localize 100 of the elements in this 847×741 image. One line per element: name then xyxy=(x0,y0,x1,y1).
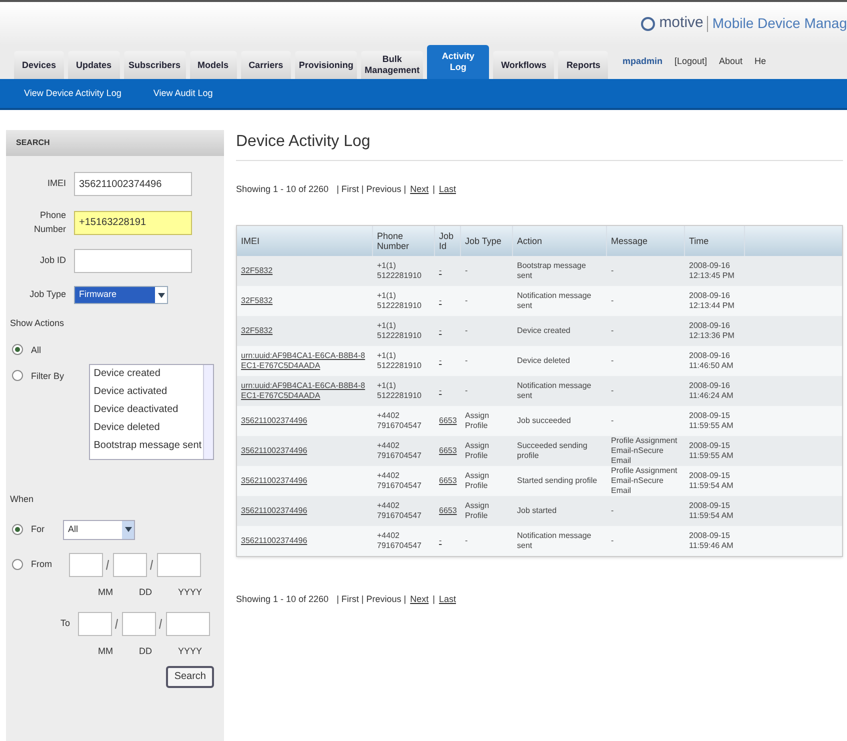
nav-tab[interactable]: Models xyxy=(190,51,237,79)
subnav-link[interactable]: View Device Activity Log xyxy=(24,86,122,100)
job-id-link[interactable]: - xyxy=(435,386,461,396)
nav-tab[interactable]: Bulk Management xyxy=(361,51,424,79)
caret-icon xyxy=(155,292,167,298)
date-field[interactable] xyxy=(122,612,156,636)
imei-link[interactable]: 356211002374496 xyxy=(237,446,373,456)
table-cell-text: Assign Profile xyxy=(464,500,490,520)
table-cell-text: 2008-09-15 11:59:54 AM xyxy=(688,470,734,490)
imei-link[interactable]: 356211002374496 xyxy=(237,416,373,426)
imei-link[interactable]: 356211002374496 xyxy=(237,536,373,546)
last-link[interactable]: Last xyxy=(438,592,456,606)
slash-icon xyxy=(114,618,120,630)
radio-label: From xyxy=(31,558,53,571)
field-label: IMEI xyxy=(46,177,67,190)
search-button[interactable]: Search xyxy=(166,666,214,688)
radio-button[interactable] xyxy=(12,524,23,535)
job-id-link[interactable]: - xyxy=(435,356,461,366)
table-cell-text: Profile Assignment Email-nSecure Email xyxy=(610,466,678,496)
list-option[interactable]: Device created xyxy=(94,365,203,383)
pagination-text: | First | Previous | xyxy=(336,592,406,606)
nav-tab[interactable]: Updates xyxy=(68,51,120,79)
date-hint: YYYY xyxy=(178,645,202,658)
text-field[interactable]: +15163228191 xyxy=(74,210,192,234)
scrollbar[interactable] xyxy=(203,365,213,459)
field-label: Job Type xyxy=(28,288,67,302)
radio-button[interactable] xyxy=(12,370,23,381)
field-label: Phone Number xyxy=(32,209,67,236)
imei-link[interactable]: 356211002374496 xyxy=(237,506,373,516)
actions-listbox[interactable]: Device created Device activated Device deactivated Device deleted Bootstrap message sent xyxy=(88,364,214,460)
date-hint: YYYY xyxy=(178,586,202,598)
radio-button[interactable] xyxy=(12,559,23,570)
nav-tab[interactable]: Reports xyxy=(558,51,608,79)
last-link[interactable]: Last xyxy=(438,183,456,196)
radio-label: All xyxy=(31,344,42,356)
list-option[interactable]: Device deactivated xyxy=(94,401,203,419)
results-count: Showing 1 - 10 of 2260 xyxy=(236,592,329,606)
table-cell-text: - xyxy=(464,356,469,366)
imei-link[interactable]: 32F5832 xyxy=(237,326,373,336)
date-field[interactable] xyxy=(78,612,112,636)
imei-link[interactable]: 32F5832 xyxy=(237,266,373,276)
list-option[interactable]: Device activated xyxy=(94,383,203,401)
nav-tab[interactable]: Subscribers xyxy=(124,51,186,79)
table-cell-text: - xyxy=(610,356,615,366)
nav-tab[interactable]: Activity Log xyxy=(427,45,490,79)
page-title: Device Activity Log xyxy=(236,130,843,161)
table-cell-text: 2008-09-16 11:46:50 AM xyxy=(688,350,734,370)
section-label: Show Actions xyxy=(9,317,66,330)
product-title: Mobile Device Manag xyxy=(712,14,847,33)
imei-link[interactable]: urn:uuid:AF9B4CA1-E6CA-B8B4-8EC1-E767C5D4AADA xyxy=(237,350,373,370)
next-link[interactable]: Next xyxy=(410,183,429,196)
nav-tab[interactable]: Carriers xyxy=(240,51,292,79)
table-cell-text: - xyxy=(464,266,469,276)
date-field[interactable] xyxy=(157,552,201,576)
separator-text: | xyxy=(432,592,435,606)
job-id-link[interactable]: - xyxy=(435,326,461,336)
table-cell-text: +1(1) 5122281910 xyxy=(376,260,422,280)
job-id-link[interactable]: - xyxy=(435,296,461,306)
list-option[interactable]: Bootstrap message sent xyxy=(94,437,203,455)
job-id-link[interactable]: - xyxy=(435,536,461,546)
job-id-link[interactable]: 6653 xyxy=(435,476,461,486)
date-field[interactable] xyxy=(69,552,103,576)
table-cell-text: +4402 7916704547 xyxy=(376,440,422,460)
slash-icon xyxy=(150,559,154,570)
nav-tab[interactable]: Devices xyxy=(14,51,64,79)
table-cell-text: - xyxy=(610,506,615,516)
nav-tab[interactable]: Provisioning xyxy=(295,51,358,79)
table-cell-text: Started sending profile xyxy=(516,476,598,486)
imei-link[interactable]: 32F5832 xyxy=(237,296,373,306)
header-link[interactable]: About xyxy=(719,55,743,68)
table-cell-text: Notification message sent xyxy=(516,530,592,550)
table-cell-text: +1(1) 5122281910 xyxy=(376,350,422,370)
next-link[interactable]: Next xyxy=(410,592,429,606)
job-id-link[interactable]: 6653 xyxy=(435,446,461,456)
imei-link[interactable]: urn:uuid:AF9B4CA1-E6CA-B8B4-8EC1-E767C5D4AADA xyxy=(237,380,373,400)
table-cell-text: Profile Assignment Email-nSecure Email xyxy=(610,436,678,466)
job-id-link[interactable]: 6653 xyxy=(435,506,461,516)
job-id-link[interactable]: - xyxy=(435,266,461,276)
table-cell-text: 2008-09-16 12:13:36 PM xyxy=(688,320,736,340)
job-type-select[interactable]: Firmware xyxy=(74,286,168,304)
table-cell-text: - xyxy=(610,296,615,306)
date-field[interactable] xyxy=(113,552,147,576)
period-select[interactable]: All xyxy=(63,520,135,540)
imei-link[interactable]: 356211002374496 xyxy=(237,476,373,486)
job-id-link[interactable]: 6653 xyxy=(435,416,461,426)
table-cell-text: +4402 7916704547 xyxy=(376,470,422,490)
text-field[interactable]: 356211002374496 xyxy=(74,172,192,196)
subnav-link[interactable]: View Audit Log xyxy=(153,86,213,100)
table-cell-text: 2008-09-15 11:59:54 AM xyxy=(688,500,734,520)
date-field[interactable] xyxy=(166,612,210,636)
header-link[interactable]: He xyxy=(754,55,766,68)
date-hint: DD xyxy=(139,645,152,658)
text-field[interactable] xyxy=(74,249,192,273)
panel-header: SEARCH xyxy=(6,130,224,156)
list-option[interactable]: Device deleted xyxy=(94,419,203,437)
caret-icon xyxy=(122,520,134,538)
nav-tab[interactable]: Workflows xyxy=(493,51,554,79)
table-cell-text: - xyxy=(464,326,469,336)
radio-button[interactable] xyxy=(12,344,23,354)
header-link[interactable]: [Logout] xyxy=(674,55,707,68)
